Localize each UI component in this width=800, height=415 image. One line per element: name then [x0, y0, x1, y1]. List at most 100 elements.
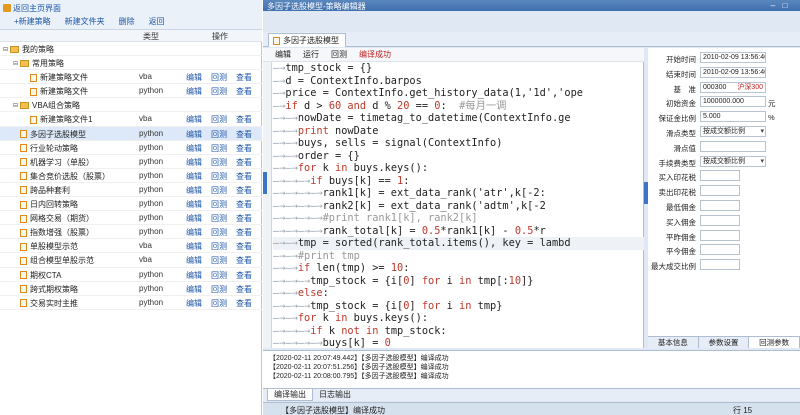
edit-link[interactable]: 编辑 [186, 284, 202, 295]
tree-node[interactable]: 跨品种套利 [13, 185, 70, 196]
view-link[interactable]: 查看 [236, 185, 252, 196]
new-folder-button[interactable]: 新建文件夹 [65, 16, 105, 27]
edit-link[interactable]: 编辑 [186, 185, 202, 196]
tree-file-row[interactable]: 组合模型单股示范 vba 编辑 回测 查看 [0, 253, 262, 268]
maximize-icon[interactable]: □ [780, 1, 790, 10]
edit-link[interactable]: 编辑 [186, 270, 202, 281]
tree-node[interactable]: 多因子选股模型 [13, 129, 86, 140]
file-tab[interactable]: 多因子选股模型 [268, 33, 346, 47]
edit-link[interactable]: 编辑 [186, 114, 202, 125]
edit-link[interactable]: 编辑 [186, 129, 202, 140]
view-link[interactable]: 查看 [236, 213, 252, 224]
back-home-link[interactable]: 返回主页界面 [3, 2, 61, 14]
param-input[interactable]: 1000000.000 [700, 96, 766, 108]
tree-node[interactable]: ⊟ VBA组合策略 [13, 100, 80, 111]
edit-link[interactable]: 编辑 [186, 298, 202, 309]
tree-node[interactable]: 期权CTA [13, 270, 61, 281]
view-link[interactable]: 查看 [236, 270, 252, 281]
backtest-link[interactable]: 回测 [211, 171, 227, 182]
code-editor[interactable]: 编辑 运行 回测 编译成功 —→tmp_stock = {} —→d = Cont… [263, 48, 644, 348]
tree-node[interactable]: ⊟ 我的策略 [3, 44, 54, 55]
params-tab[interactable]: 基本信息 [648, 337, 699, 348]
edit-link[interactable]: 编辑 [186, 72, 202, 83]
param-input[interactable] [700, 214, 740, 226]
toggle-icon[interactable]: ⊟ [3, 46, 10, 53]
toggle-icon[interactable]: ⊟ [13, 60, 20, 67]
edit-link[interactable]: 编辑 [186, 213, 202, 224]
view-link[interactable]: 查看 [236, 143, 252, 154]
backtest-link[interactable]: 回测 [211, 270, 227, 281]
param-input[interactable] [700, 200, 740, 211]
param-input[interactable] [700, 185, 740, 197]
edit-link[interactable]: 编辑 [186, 86, 202, 97]
tree-folder[interactable]: ⊟ 常用策略 [0, 56, 262, 71]
backtest-link[interactable]: 回测 [211, 298, 227, 309]
param-dropdown[interactable]: 按成交额比例 [700, 155, 766, 167]
param-input[interactable]: 2010-02-09 13:56:46 [700, 52, 766, 63]
backtest-link[interactable]: 回测 [211, 199, 227, 210]
view-link[interactable]: 查看 [236, 86, 252, 97]
edit-link[interactable]: 编辑 [186, 199, 202, 210]
tree-file-row[interactable]: 集合竞价选股（股票） python 编辑 回测 查看 [0, 169, 262, 183]
view-link[interactable]: 查看 [236, 241, 252, 252]
params-tab[interactable]: 回测参数 [749, 337, 800, 348]
tree-file-row[interactable]: 期权CTA python 编辑 回测 查看 [0, 268, 262, 282]
left-splitter-handle[interactable] [263, 172, 267, 194]
tree-file-row[interactable]: 新建策略文件 vba 编辑 回测 查看 [0, 70, 262, 85]
param-input[interactable] [700, 259, 740, 271]
backtest-link[interactable]: 回测 [211, 72, 227, 83]
tree-node[interactable]: 新建策略文件 [23, 86, 88, 97]
param-input[interactable]: 2010-02-09 13:56:46 [700, 66, 766, 78]
tree-file-row[interactable]: 跨品种套利 python 编辑 回测 查看 [0, 183, 262, 198]
backtest-link[interactable]: 回测 [211, 143, 227, 154]
tree-node[interactable]: 机器学习（单股） [13, 157, 94, 168]
param-input[interactable] [700, 229, 740, 241]
backtest-link[interactable]: 回测 [211, 227, 227, 238]
param-input[interactable]: 000300 沪深300 [700, 81, 766, 93]
tree-file-row[interactable]: 单股模型示范 vba 编辑 回测 查看 [0, 239, 262, 254]
backtest-link[interactable]: 回测 [211, 129, 227, 140]
view-link[interactable]: 查看 [236, 284, 252, 295]
tree-node[interactable]: 集合竞价选股（股票） [13, 171, 110, 182]
view-link[interactable]: 查看 [236, 298, 252, 309]
params-tab[interactable]: 参数设置 [699, 337, 750, 348]
backtest-link[interactable]: 回测 [211, 213, 227, 224]
tree-node[interactable]: 新建策略文件 [23, 72, 88, 83]
tree-file-row[interactable]: 日内回转策略 python 编辑 回测 查看 [0, 197, 262, 212]
backtest-link[interactable]: 回测 [211, 157, 227, 168]
toggle-icon[interactable]: ⊟ [13, 102, 20, 109]
view-link[interactable]: 查看 [236, 114, 252, 125]
view-link[interactable]: 查看 [236, 157, 252, 168]
output-tab[interactable]: 编译输出 [267, 389, 313, 401]
return-button[interactable]: 返回 [149, 16, 165, 27]
edit-link[interactable]: 编辑 [186, 255, 202, 266]
new-strategy-button[interactable]: +新建策略 [14, 16, 51, 27]
tree-node[interactable]: 组合模型单股示范 [13, 255, 94, 266]
tree-node[interactable]: 跨式期权策略 [13, 284, 78, 295]
backtest-link[interactable]: 回测 [211, 185, 227, 196]
backtest-link[interactable]: 回测 [211, 241, 227, 252]
minimize-icon[interactable]: – [768, 1, 778, 10]
param-input[interactable] [700, 140, 766, 152]
edit-link[interactable]: 编辑 [186, 157, 202, 168]
backtest-button[interactable]: 回测 [331, 49, 347, 60]
tree-node[interactable]: 单股模型示范 [13, 241, 78, 252]
view-link[interactable]: 查看 [236, 227, 252, 238]
edit-link[interactable]: 编辑 [186, 171, 202, 182]
view-link[interactable]: 查看 [236, 129, 252, 140]
tree-node[interactable]: 新建策略文件1 [23, 114, 92, 125]
tree-folder[interactable]: ⊟ VBA组合策略 [0, 98, 262, 113]
delete-button[interactable]: 删除 [119, 16, 135, 27]
tree-file-row[interactable]: 跨式期权策略 python 编辑 回测 查看 [0, 282, 262, 296]
tree-file-row[interactable]: 网格交易（期货） python 编辑 回测 查看 [0, 211, 262, 226]
view-link[interactable]: 查看 [236, 72, 252, 83]
run-button[interactable]: 运行 [303, 49, 319, 60]
backtest-link[interactable]: 回测 [211, 86, 227, 97]
tree-file-row[interactable]: 机器学习（单股） python 编辑 回测 查看 [0, 155, 262, 169]
param-input[interactable]: 5.000 [700, 111, 766, 123]
tree-node[interactable]: 指数增强（股票） [13, 227, 94, 238]
backtest-link[interactable]: 回测 [211, 114, 227, 125]
tree-file-row[interactable]: 行业轮动策略 python 编辑 回测 查看 [0, 141, 262, 155]
tree-file-row[interactable]: 指数增强（股票） python 编辑 回测 查看 [0, 225, 262, 240]
code-area[interactable]: —→tmp_stock = {} —→d = ContextInfo.barpos… [273, 62, 644, 348]
